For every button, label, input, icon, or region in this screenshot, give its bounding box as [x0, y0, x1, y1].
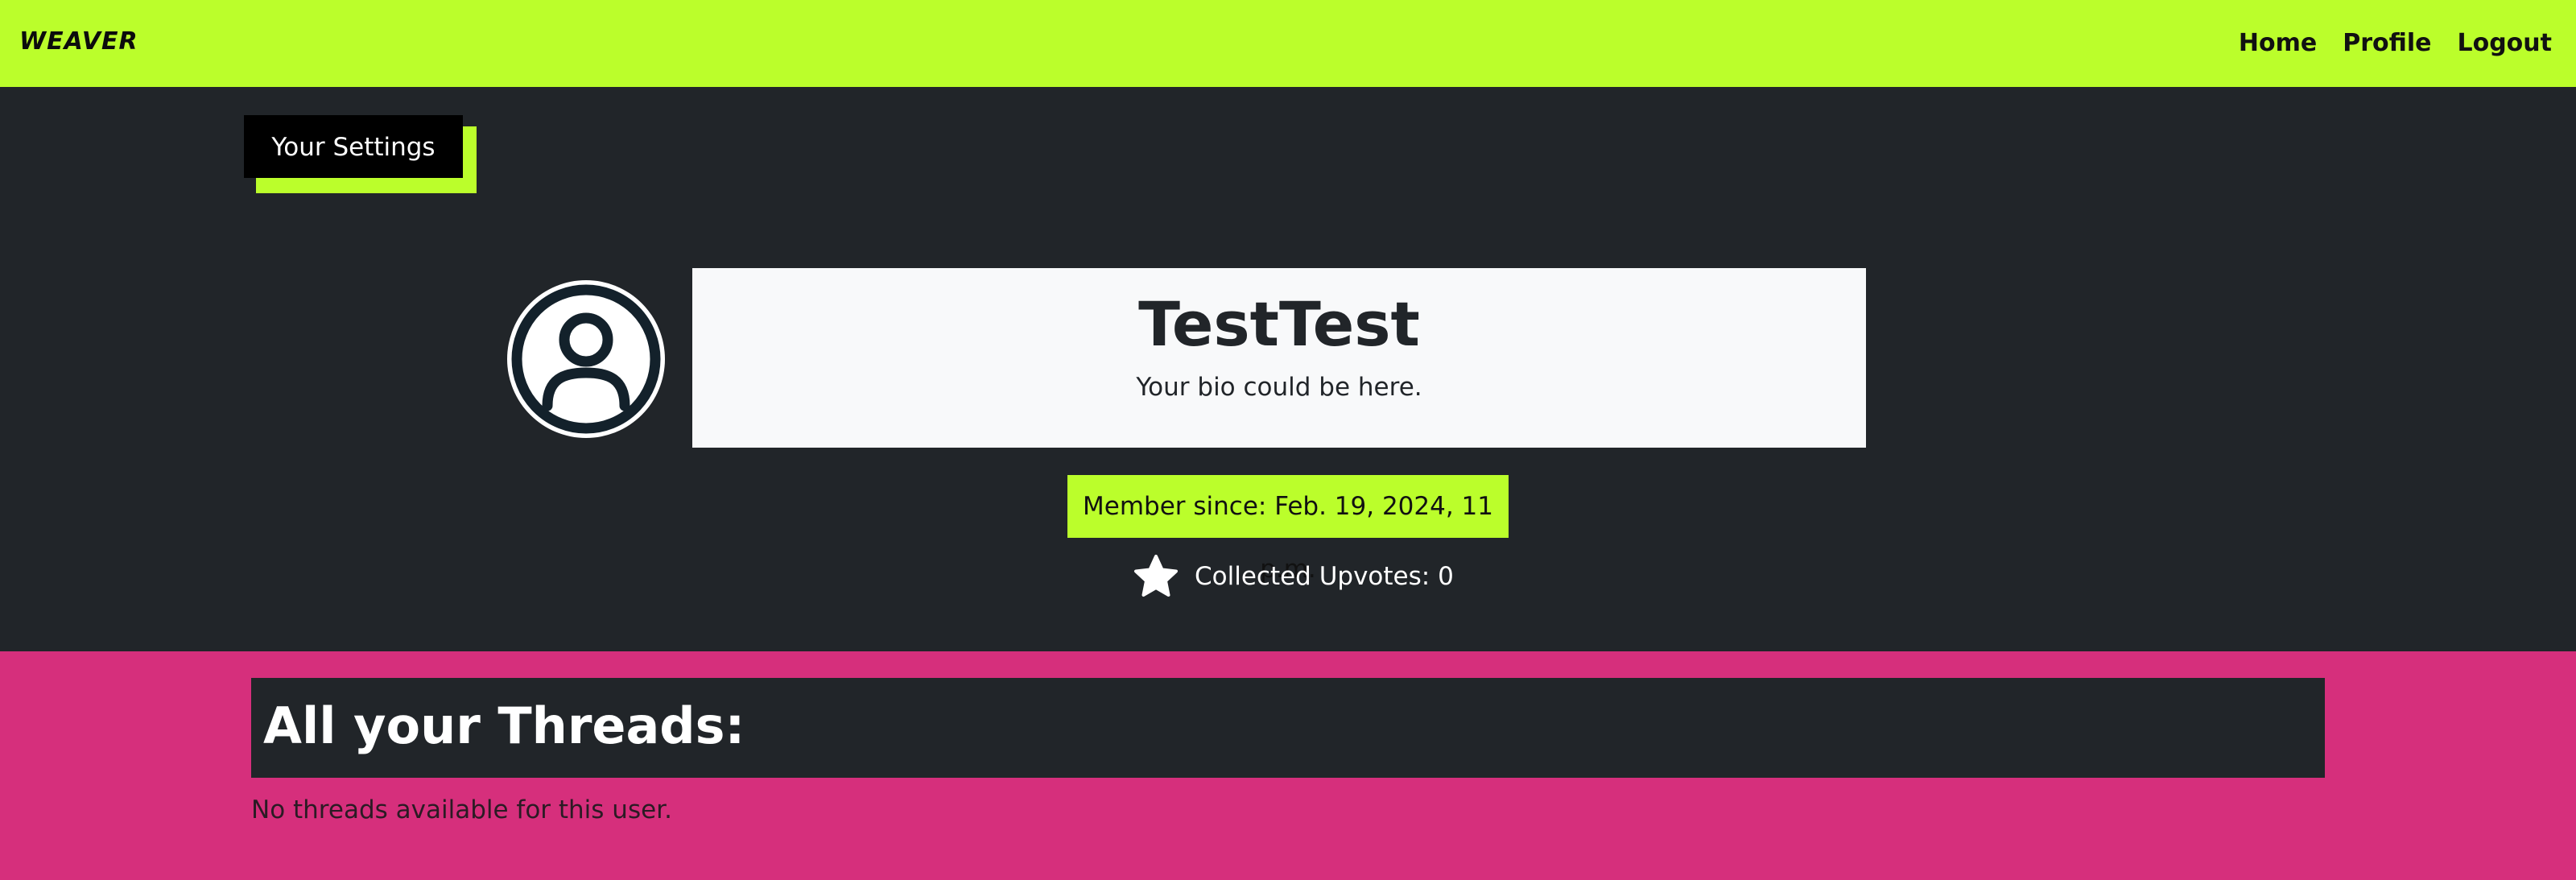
user-circle-icon: [507, 280, 665, 438]
upvotes-count: Collected Upvotes: 0: [1195, 562, 1454, 591]
user-bio: Your bio could be here.: [1136, 373, 1422, 402]
navbar: WEAVER Home Profile Logout: [0, 0, 2576, 87]
username: TestTest: [1138, 288, 1420, 360]
nav-links: Home Profile Logout: [2239, 29, 2552, 57]
threads-header: All your Threads:: [251, 678, 2325, 778]
profile-card: TestTest Your bio could be here.: [692, 268, 1866, 448]
threads-title: All your Threads:: [263, 696, 745, 755]
brand-logo[interactable]: WEAVER: [19, 27, 138, 56]
nav-home-link[interactable]: Home: [2239, 29, 2317, 57]
no-threads-message: No threads available for this user.: [251, 795, 672, 824]
member-since-badge: Member since: Feb. 19, 2024, 11 p.m.: [1067, 475, 1509, 584]
upvotes-row: Collected Upvotes: 0: [1133, 552, 1454, 601]
nav-profile-link[interactable]: Profile: [2343, 29, 2431, 57]
your-settings-button[interactable]: Your Settings: [244, 115, 463, 178]
star-icon: [1134, 555, 1178, 597]
nav-logout-link[interactable]: Logout: [2457, 29, 2552, 57]
